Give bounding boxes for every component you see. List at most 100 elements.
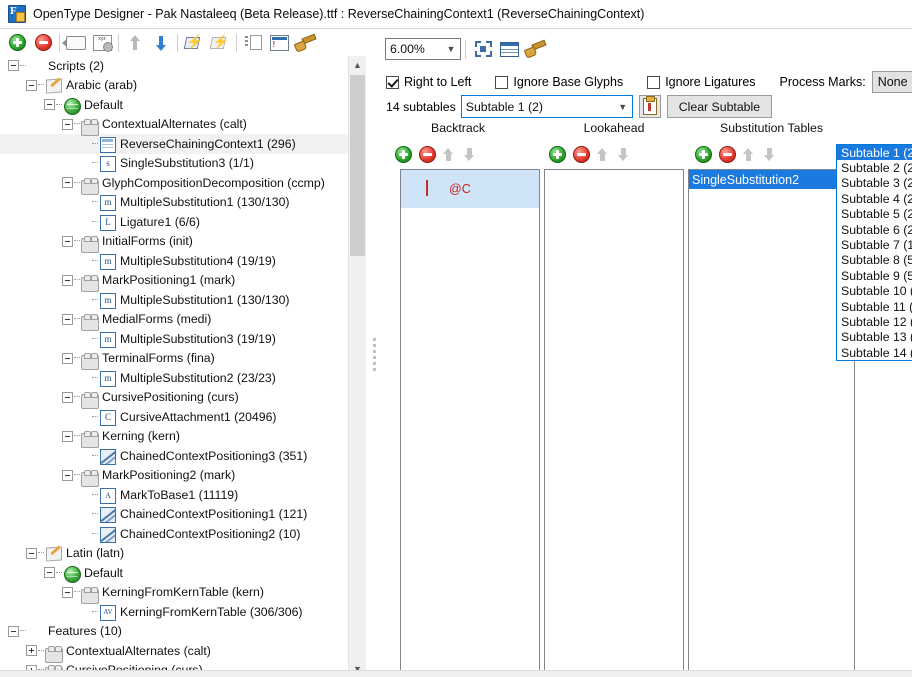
tree-expander[interactable] (62, 177, 73, 189)
tree-item[interactable]: KerningFromKernTable (kern) (0, 583, 350, 605)
panel-splitter[interactable] (367, 56, 381, 677)
backtrack-list[interactable]: ا @C (400, 169, 540, 671)
tree-expander[interactable] (26, 547, 37, 559)
tree-expander[interactable] (62, 235, 73, 247)
tree-item[interactable]: CursivePositioning (curs) (0, 388, 350, 410)
fit-to-window-icon[interactable] (470, 37, 496, 61)
tree-item[interactable]: Default (0, 563, 350, 583)
tree-item[interactable]: ContextualAlternates (calt) (0, 115, 350, 137)
tree-item[interactable]: ReverseChainingContext1 (296) (0, 134, 350, 154)
dropdown-option[interactable]: Subtable 8 (54) (837, 253, 912, 268)
zoom-combo[interactable]: 6.00% ▼ (385, 38, 461, 60)
dropdown-option[interactable]: Subtable 12 (38) (837, 314, 912, 329)
dropdown-option[interactable]: Subtable 7 (10) (837, 237, 912, 252)
grid-view-icon[interactable] (496, 37, 522, 61)
dropdown-option[interactable]: Subtable 6 (2) (837, 222, 912, 237)
dropdown-option[interactable]: Subtable 14 (54) (837, 345, 912, 360)
tree-item[interactable]: A MarkToBase1 (11119) (0, 485, 350, 505)
remove-icon[interactable] (719, 146, 736, 163)
move-up-icon[interactable] (597, 147, 608, 162)
dropdown-option[interactable]: Subtable 1 (2) (837, 145, 912, 161)
list-item[interactable]: SingleSubstitution2 (689, 170, 854, 189)
dropdown-option[interactable]: Subtable 2 (2) (837, 160, 912, 175)
tree-item[interactable]: ChainedContextPositioning1 (121) (0, 505, 350, 525)
tree-expander[interactable] (26, 645, 37, 657)
tree-item[interactable]: MarkPositioning1 (mark) (0, 271, 350, 293)
tree-item[interactable]: L Ligature1 (6/6) (0, 212, 350, 232)
dropdown-option[interactable]: Subtable 5 (2) (837, 207, 912, 222)
move-down-icon[interactable] (148, 31, 174, 55)
subtable-dropdown-list[interactable]: Subtable 1 (2) Subtable 2 (2) Subtable 3 (… (836, 144, 912, 362)
dropdown-option[interactable]: Subtable 10 (4) (837, 284, 912, 299)
feature-tree[interactable]: Scripts (2) Arabic (arab) Default Contextua… (0, 56, 350, 677)
tree-item[interactable]: ChainedContextPositioning3 (351) (0, 446, 350, 466)
tree-item[interactable]: MarkPositioning2 (mark) (0, 466, 350, 488)
ignore-ligatures-option[interactable]: Ignore Ligatures (647, 75, 756, 89)
tree-expander[interactable] (62, 118, 73, 130)
tree-expander[interactable] (44, 567, 55, 579)
tree-expander[interactable] (62, 586, 73, 598)
tree-item[interactable]: Latin (latn) (0, 544, 350, 564)
add-icon[interactable] (395, 146, 412, 163)
remove-icon[interactable] (573, 146, 590, 163)
right-to-left-option[interactable]: Right to Left (386, 75, 471, 89)
tree-expander[interactable] (62, 274, 73, 286)
tree-item[interactable]: GlyphCompositionDecomposition (ccmp) (0, 173, 350, 195)
move-down-icon[interactable] (764, 147, 775, 162)
remove-icon[interactable] (30, 31, 56, 55)
move-down-icon[interactable] (618, 147, 629, 162)
tree-item[interactable]: InitialForms (init) (0, 232, 350, 254)
tree-item[interactable]: s SingleSubstitution3 (1/1) (0, 154, 350, 174)
tree-expander[interactable] (26, 79, 37, 91)
tree-item[interactable]: C CursiveAttachment1 (20496) (0, 407, 350, 427)
move-up-icon[interactable] (743, 147, 754, 162)
scrollbar-thumb[interactable] (350, 75, 365, 256)
tree-item[interactable]: ContextualAlternates (calt) (0, 641, 350, 663)
lookahead-list[interactable] (544, 169, 684, 671)
ignore-base-glyphs-option[interactable]: Ignore Base Glyphs (495, 75, 623, 89)
tree-expander[interactable] (62, 469, 73, 481)
tree-expander[interactable] (62, 313, 73, 325)
ignore-base-glyphs-checkbox[interactable] (495, 75, 509, 89)
tree-item[interactable]: Features (10) (0, 622, 350, 642)
xyz-properties-icon[interactable]: xyz (89, 31, 115, 55)
brush-icon[interactable] (522, 37, 548, 61)
dropdown-option[interactable]: Subtable 11 (16) (837, 299, 912, 314)
subtable-combo[interactable]: Subtable 1 (2) ▼ (460, 95, 633, 118)
brush-icon[interactable] (292, 31, 318, 55)
dropdown-option[interactable]: Subtable 3 (2) (837, 176, 912, 191)
move-up-icon[interactable] (443, 147, 454, 162)
process-marks-combo[interactable]: None (871, 71, 912, 93)
tree-vertical-scrollbar[interactable]: ▲ ▼ (348, 56, 366, 677)
tree-expander[interactable] (44, 99, 55, 111)
tree-item[interactable]: m MultipleSubstitution1 (130/130) (0, 290, 350, 310)
right-to-left-checkbox[interactable] (386, 75, 399, 89)
move-up-icon[interactable] (122, 31, 148, 55)
tree-item[interactable]: ChainedContextPositioning2 (10) (0, 524, 350, 544)
dropdown-option[interactable]: Subtable 9 (54) (837, 268, 912, 283)
chevron-down-icon[interactable]: ▼ (442, 39, 460, 59)
tree-item[interactable]: m MultipleSubstitution2 (23/23) (0, 368, 350, 388)
tree-item[interactable]: Scripts (2) (0, 56, 350, 76)
layout-icon[interactable] (240, 31, 266, 55)
tree-item[interactable]: m MultipleSubstitution3 (19/19) (0, 329, 350, 349)
add-icon[interactable] (695, 146, 712, 163)
dropdown-option[interactable]: Subtable 4 (2) (837, 191, 912, 206)
ignore-ligatures-checkbox[interactable] (647, 75, 661, 89)
tree-expander[interactable] (62, 391, 73, 403)
tree-expander[interactable] (8, 625, 19, 637)
scroll-up-arrow-icon[interactable]: ▲ (349, 56, 366, 73)
tag-icon[interactable] (62, 31, 89, 55)
move-down-icon[interactable] (464, 147, 475, 162)
tree-expander[interactable] (62, 352, 73, 364)
add-icon[interactable] (4, 31, 30, 55)
tree-expander[interactable] (62, 430, 73, 442)
tree-item[interactable]: m MultipleSubstitution1 (130/130) (0, 193, 350, 213)
tree-item[interactable]: TerminalForms (fina) (0, 349, 350, 371)
tree-item[interactable]: m MultipleSubstitution4 (19/19) (0, 251, 350, 271)
list-item[interactable]: ا @C (401, 170, 539, 208)
remove-icon[interactable] (419, 146, 436, 163)
tree-item[interactable]: Kerning (kern) (0, 427, 350, 449)
compile-icon[interactable]: ⚡ (181, 31, 207, 55)
tree-item[interactable]: AV KerningFromKernTable (306/306) (0, 602, 350, 622)
